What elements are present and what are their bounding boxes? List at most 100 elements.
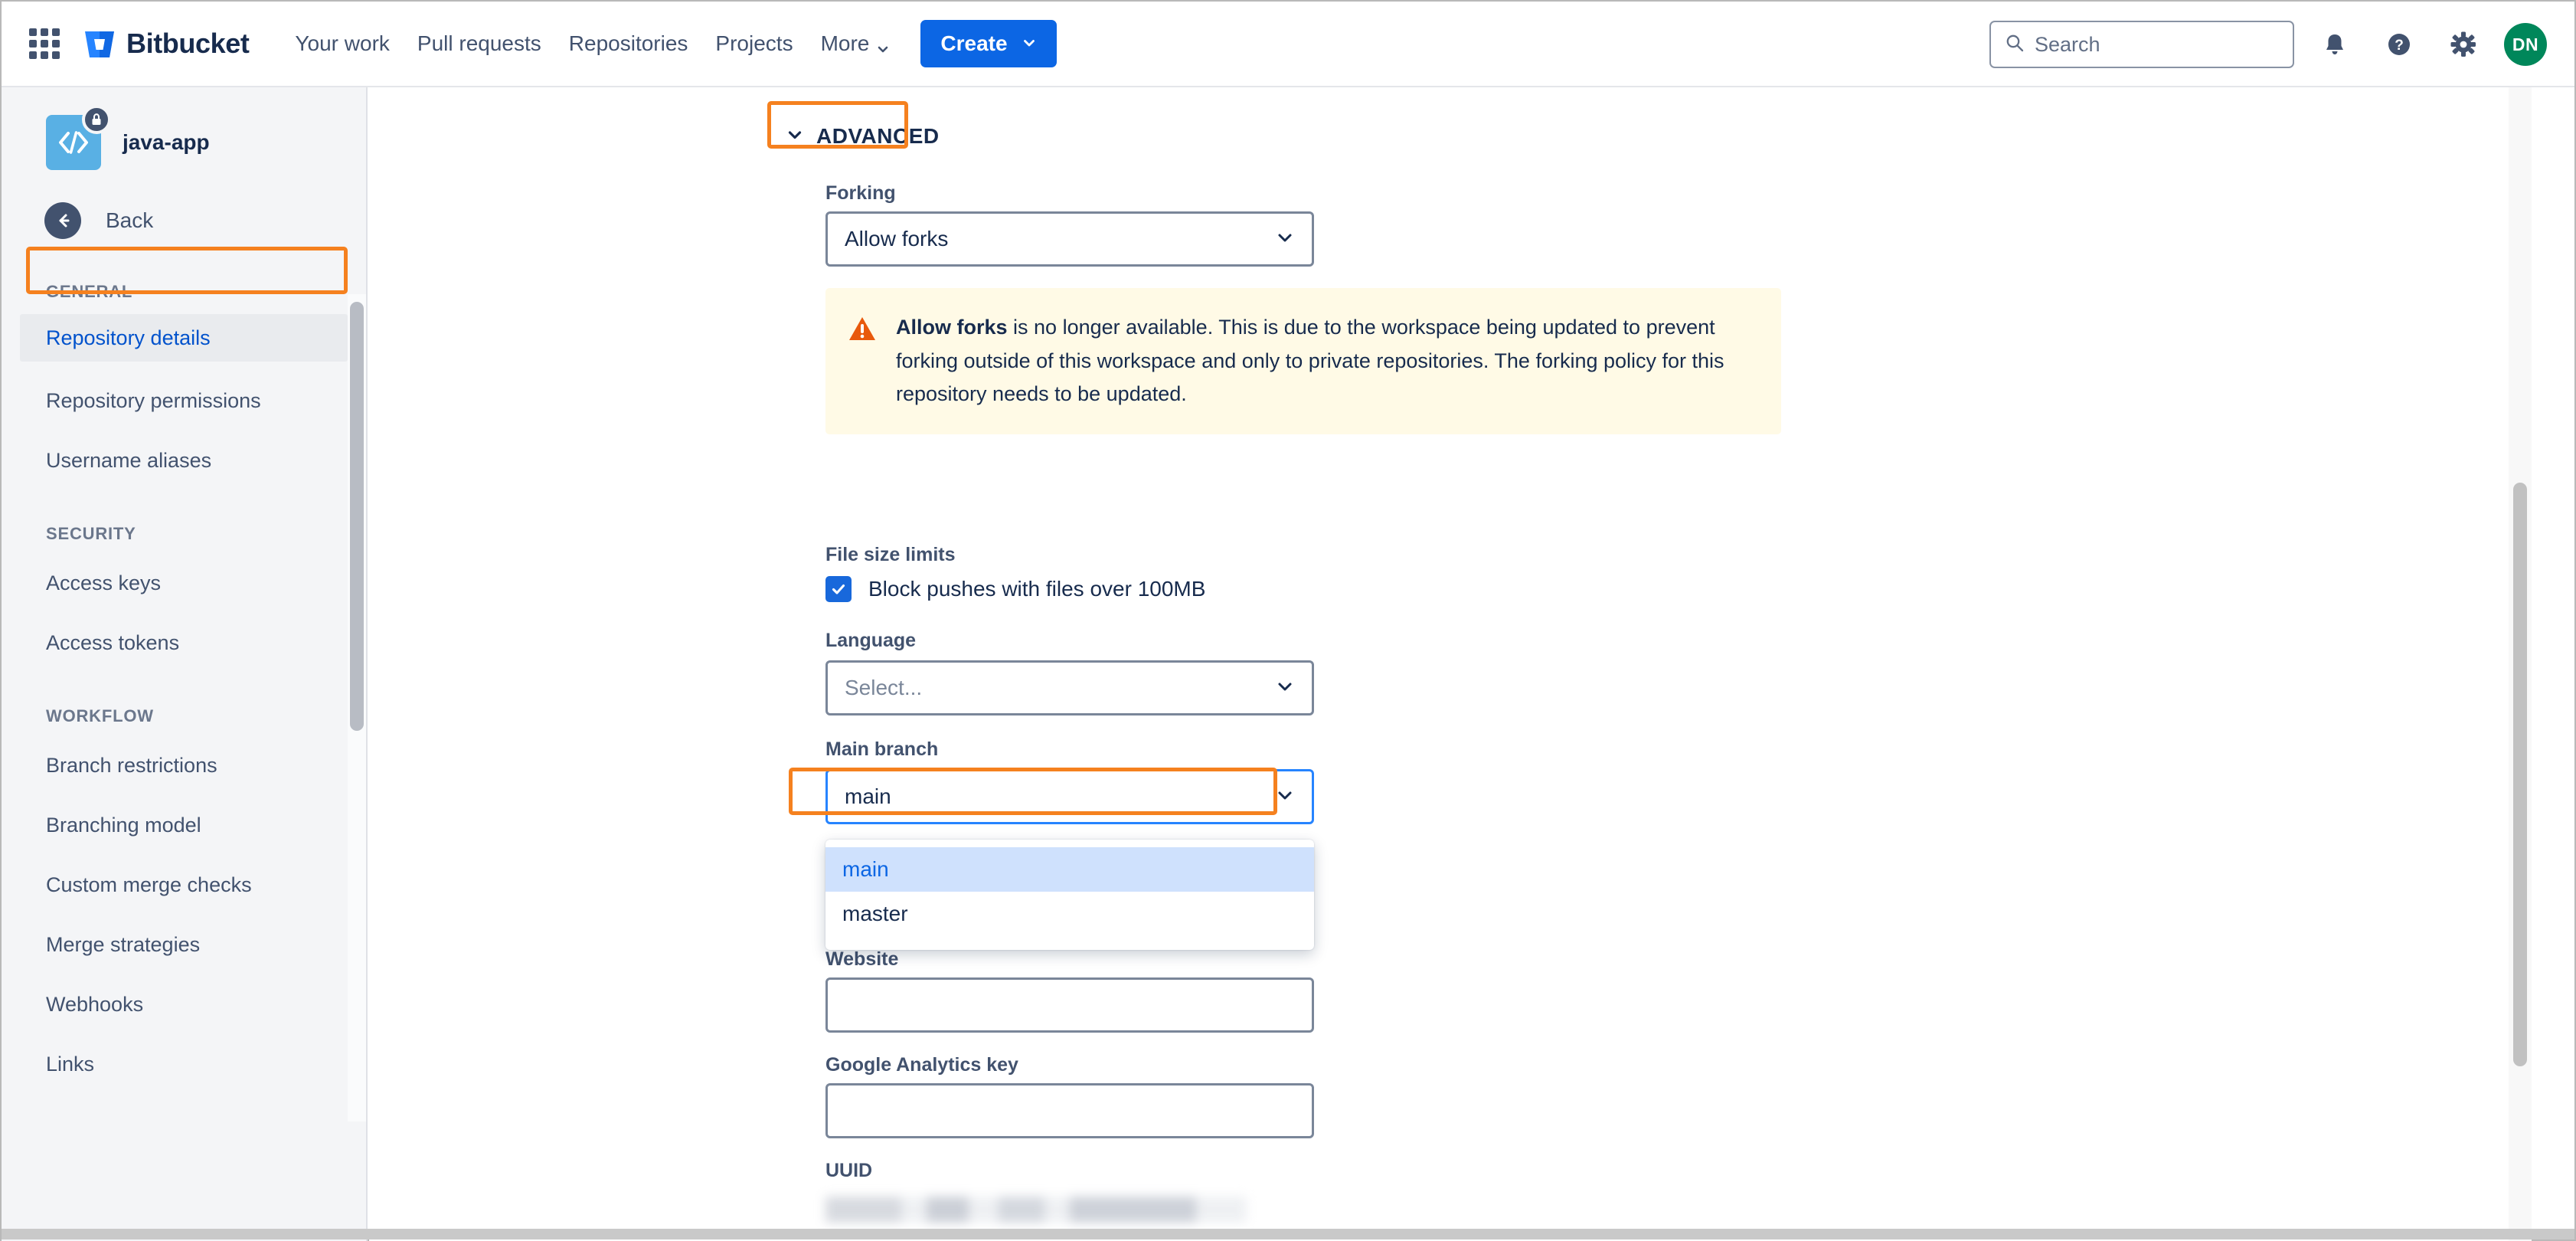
sidebar-item-repository-details[interactable]: Repository details (20, 314, 348, 362)
sidebar-item-label: Branch restrictions (46, 753, 217, 777)
main-content-area: ADVANCED Forking Allow forks Allow forks… (369, 87, 2532, 1241)
forking-select-value: Allow forks (845, 227, 949, 250)
google-analytics-key-label: Google Analytics key (825, 1054, 1018, 1076)
website-input[interactable] (825, 977, 1314, 1033)
block-large-pushes-row: Block pushes with files over 100MB (825, 576, 1205, 602)
website-label: Website (825, 948, 899, 970)
sidebar-item-username-aliases[interactable]: Username aliases (2, 440, 366, 481)
advanced-section-toggle[interactable]: ADVANCED (786, 124, 940, 149)
sidebar-group-title-general: GENERAL (46, 282, 133, 301)
nav-link-pull-requests[interactable]: Pull requests (404, 22, 555, 65)
main-branch-label: Main branch (825, 738, 939, 760)
bitbucket-logo-icon (83, 27, 116, 61)
avatar-initials: DN (2512, 34, 2539, 54)
nav-link-more[interactable]: More (807, 22, 904, 65)
sidebar-item-repository-permissions[interactable]: Repository permissions (2, 380, 366, 421)
main-scrollbar-thumb[interactable] (2513, 483, 2527, 1066)
sidebar-item-links[interactable]: Links (2, 1043, 366, 1085)
sidebar-item-label: Repository details (46, 326, 211, 349)
sidebar-item-label: Webhooks (46, 992, 144, 1016)
code-brackets-icon (59, 131, 88, 154)
grid-apps-icon[interactable] (28, 27, 61, 61)
forking-warning-bold: Allow forks (896, 316, 1008, 339)
nav-link-repositories[interactable]: Repositories (555, 22, 702, 65)
nav-link-projects[interactable]: Projects (701, 22, 806, 65)
sidebar-item-label: Access keys (46, 571, 162, 594)
sidebar-item-branching-model[interactable]: Branching model (2, 804, 366, 846)
main-branch-dropdown-menu: main master (825, 840, 1314, 950)
sidebar-item-custom-merge-checks[interactable]: Custom merge checks (2, 864, 366, 905)
forking-label: Forking (825, 182, 896, 204)
chevron-down-icon (786, 126, 804, 148)
forking-select[interactable]: Allow forks (825, 211, 1314, 267)
file-size-limits-label: File size limits (825, 544, 956, 565)
primary-nav-links: Your work Pull requests Repositories Pro… (281, 22, 904, 65)
sidebar-item-label: Merge strategies (46, 932, 201, 956)
sidebar-item-label: Branching model (46, 813, 201, 837)
sidebar-group-title-security: SECURITY (46, 524, 136, 543)
sidebar-item-access-keys[interactable]: Access keys (2, 562, 366, 604)
dropdown-option-main[interactable]: main (825, 847, 1314, 892)
back-button[interactable]: Back (2, 170, 366, 239)
sidebar-scrollbar-thumb[interactable] (350, 302, 364, 731)
block-large-pushes-label: Block pushes with files over 100MB (868, 577, 1206, 601)
notifications-bell-icon[interactable] (2311, 21, 2359, 68)
svg-text:?: ? (2395, 38, 2404, 54)
bitbucket-repository-details-page: Bitbucket Your work Pull requests Reposi… (0, 0, 2576, 1241)
sidebar-item-label: Username aliases (46, 448, 212, 472)
dropdown-option-label: master (842, 902, 908, 925)
forking-warning-body: is no longer available. This is due to t… (896, 316, 1724, 406)
uuid-value-redacted (825, 1197, 1247, 1223)
window-bottom-edge (2, 1229, 2574, 1239)
nav-label: More (820, 31, 870, 55)
language-select[interactable]: Select... (825, 660, 1314, 715)
language-label: Language (825, 630, 917, 651)
chevron-down-icon (1275, 676, 1295, 700)
avatar[interactable]: DN (2504, 23, 2547, 66)
search-icon (2005, 33, 2025, 57)
help-question-icon[interactable]: ? (2375, 21, 2423, 68)
language-select-placeholder: Select... (845, 676, 923, 699)
dropdown-option-master[interactable]: master (825, 892, 1314, 936)
sidebar-group-title-workflow: WORKFLOW (46, 706, 154, 725)
chevron-down-icon (1022, 31, 1037, 56)
back-label: Back (106, 208, 154, 232)
main-branch-select[interactable]: main (825, 769, 1314, 824)
main-branch-select-value: main (845, 784, 891, 808)
sidebar-item-merge-strategies[interactable]: Merge strategies (2, 924, 366, 965)
repository-avatar (46, 105, 111, 170)
nav-label: Projects (715, 31, 793, 55)
dropdown-option-label: main (842, 857, 889, 881)
advanced-section-label: ADVANCED (816, 124, 940, 148)
create-button[interactable]: Create (920, 20, 1057, 67)
sidebar-item-webhooks[interactable]: Webhooks (2, 984, 366, 1025)
block-large-pushes-checkbox[interactable] (825, 576, 852, 602)
global-navigation-bar: Bitbucket Your work Pull requests Reposi… (2, 2, 2574, 87)
nav-label: Repositories (568, 31, 688, 55)
sidebar-item-branch-restrictions[interactable]: Branch restrictions (2, 745, 366, 786)
repository-name: java-app (123, 130, 210, 154)
create-button-label: Create (940, 31, 1008, 55)
nav-link-your-work[interactable]: Your work (281, 22, 403, 65)
chevron-down-icon (1275, 228, 1295, 251)
warning-triangle-icon (848, 316, 876, 345)
nav-label: Your work (295, 31, 390, 55)
repository-settings-sidebar: java-app Back GENERAL Repository details… (2, 87, 368, 1241)
sidebar-item-label: Custom merge checks (46, 873, 252, 896)
uuid-label: UUID (825, 1160, 873, 1181)
bitbucket-home-link[interactable]: Bitbucket (83, 27, 250, 61)
google-analytics-key-input[interactable] (825, 1083, 1314, 1138)
sidebar-item-access-tokens[interactable]: Access tokens (2, 622, 366, 663)
settings-gear-icon[interactable] (2440, 21, 2487, 68)
arrow-left-icon (44, 202, 81, 239)
brand-name: Bitbucket (126, 28, 250, 59)
search-placeholder: Search (2035, 32, 2100, 56)
lock-icon (82, 105, 111, 134)
sidebar-item-label: Links (46, 1052, 95, 1076)
nav-right-cluster: Search ? DN (1989, 2, 2547, 87)
sidebar-item-label: Repository permissions (46, 388, 261, 412)
repository-header: java-app (2, 87, 366, 170)
chevron-down-icon (1275, 785, 1295, 809)
search-input[interactable]: Search (1989, 21, 2294, 68)
nav-label: Pull requests (417, 31, 541, 55)
